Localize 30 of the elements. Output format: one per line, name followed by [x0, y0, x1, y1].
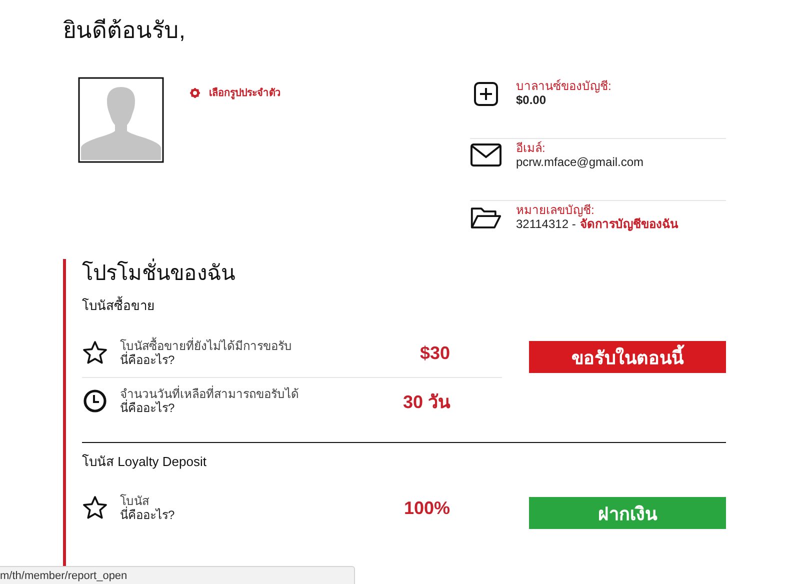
gear-icon [190, 88, 200, 98]
bonus-label: โบนัสซื้อขายที่ยังไม่ได้มีการขอรับ [120, 339, 293, 353]
field-value: pcrw.mface@gmail.com [516, 155, 644, 169]
star-icon [82, 340, 108, 366]
field-label: อีเมล์: [516, 141, 546, 155]
help-link[interactable]: นี่คืออะไร? [120, 353, 340, 367]
help-link[interactable]: นี่คืออะไร? [120, 401, 340, 415]
change-photo-link[interactable]: เลือกรูปประจำตัว [190, 85, 281, 100]
manage-account-link[interactable]: จัดการบัญชีของฉัน [580, 217, 678, 231]
field-value: $0.00 [516, 93, 546, 107]
bonus-value: 30 วัน [402, 390, 450, 414]
deposit-button[interactable]: ฝากเงิน [529, 497, 726, 529]
field-label: หมายเลขบัญชี: [516, 203, 596, 217]
claim-button[interactable]: ขอรับในตอนนี้ [529, 341, 726, 373]
section-heading: โปรโมชั่นของฉัน [82, 259, 726, 287]
status-url: m/th/member/report_open [0, 566, 355, 584]
welcome-heading: ยินดีต้อนรับ, [63, 16, 186, 45]
star-icon [82, 495, 108, 521]
group-heading: โบนัสซื้อขาย [82, 297, 156, 315]
field-value: 32114312 - [516, 217, 576, 231]
bonus-value: 100% [402, 498, 450, 518]
group-heading: โบนัส Loyalty Deposit [82, 453, 208, 471]
help-link[interactable]: นี่คืออะไร? [120, 508, 340, 522]
field-label: บาลานซ์ของบัญชี: [516, 79, 612, 93]
bonus-value: $30 [418, 342, 450, 364]
clock-icon [82, 389, 108, 413]
bonus-label: โบนัส [120, 494, 149, 508]
bonus-label: จำนวนวันที่เหลือที่สามารถขอรับได้ [120, 387, 300, 401]
mail-icon [470, 143, 502, 167]
folder-icon [470, 205, 502, 231]
